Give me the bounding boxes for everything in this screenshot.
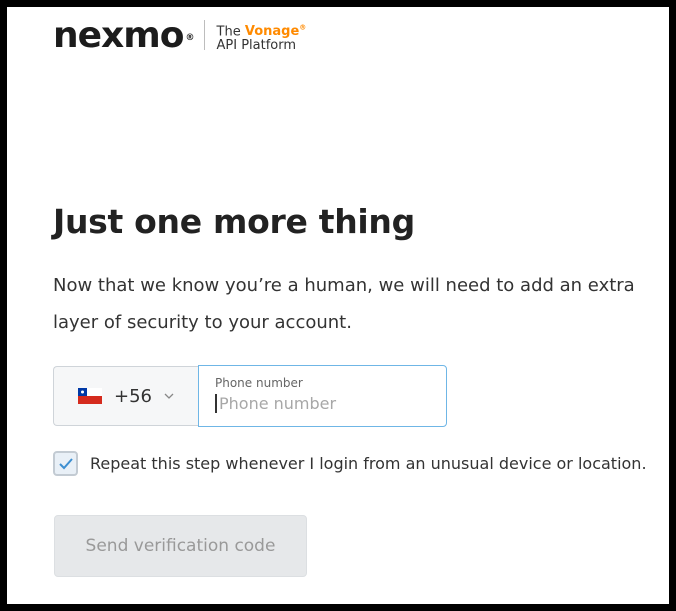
tagline-suffix: API Platform bbox=[216, 38, 297, 54]
logo-tagline: The Vonage® API Platform bbox=[217, 21, 307, 53]
chile-flag-icon bbox=[78, 388, 102, 404]
send-verification-code-button[interactable]: Send verification code bbox=[54, 515, 307, 577]
country-code-select[interactable]: +56 bbox=[53, 366, 198, 426]
page-frame: nexmo ® The Vonage® API Platform Just one… bbox=[7, 7, 669, 604]
checkmark-icon bbox=[58, 457, 73, 469]
nexmo-logo: nexmo ® The Vonage® API Platform bbox=[53, 17, 306, 57]
intro-text: Now that we know you’re a human, we will… bbox=[53, 275, 635, 333]
logo-wordmark: nexmo ® bbox=[53, 15, 195, 56]
logo-wordmark-text: nexmo bbox=[53, 15, 185, 56]
phone-input-group: +56 Phone number bbox=[53, 365, 447, 427]
phone-number-input[interactable] bbox=[215, 394, 434, 413]
tagline-prefix: The bbox=[216, 24, 241, 40]
tagline-brand: Vonage® bbox=[245, 24, 306, 39]
repeat-step-checkbox[interactable] bbox=[53, 451, 78, 476]
repeat-step-row: Repeat this step whenever I login from a… bbox=[53, 451, 647, 476]
registered-mark: ® bbox=[185, 33, 195, 43]
dial-code: +56 bbox=[114, 385, 152, 407]
logo-divider bbox=[203, 20, 205, 50]
repeat-step-label: Repeat this step whenever I login from a… bbox=[90, 454, 647, 473]
tagline-brand-text: Vonage bbox=[244, 24, 300, 40]
chevron-down-icon bbox=[164, 393, 174, 399]
phone-number-field: Phone number bbox=[198, 365, 447, 427]
tagline-brand-mark: ® bbox=[299, 24, 307, 32]
phone-number-label: Phone number bbox=[215, 376, 303, 390]
page-title: Just one more thing bbox=[53, 202, 415, 241]
